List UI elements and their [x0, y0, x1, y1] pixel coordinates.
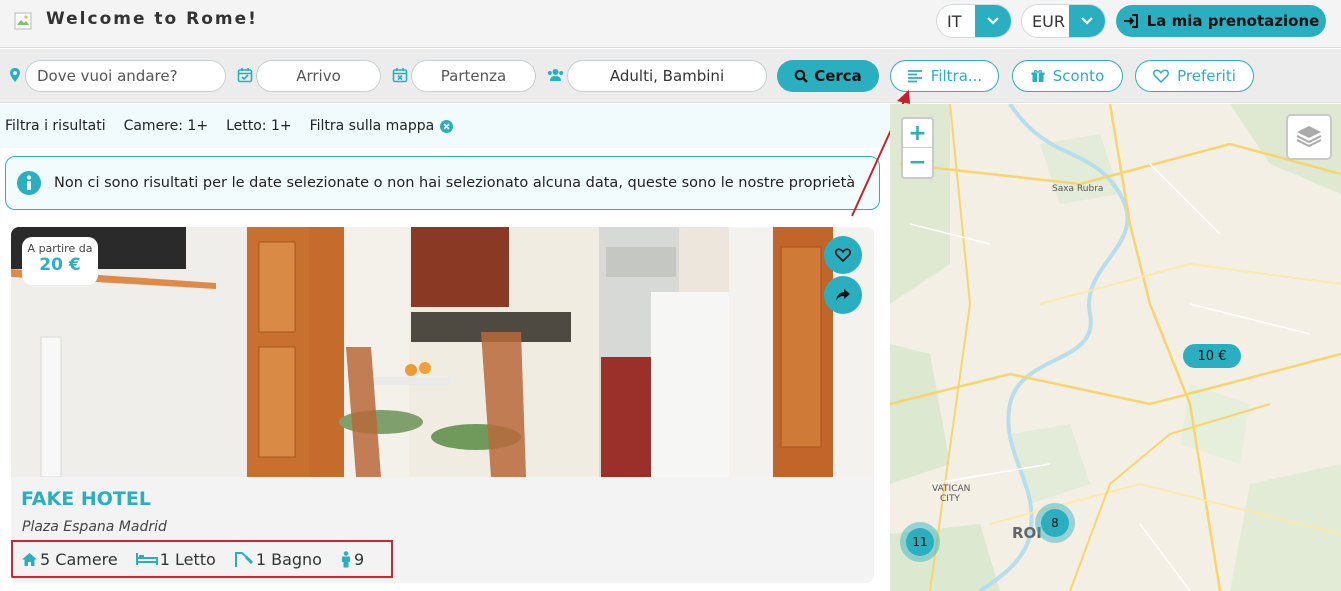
person-icon: [341, 550, 350, 567]
baths-count: 1 Bagno: [255, 549, 322, 569]
cluster-count: 8: [1041, 509, 1069, 537]
map-panel[interactable]: + − Saxa Rubra VATICAN CITY ROI 10 € 8 1…: [890, 104, 1341, 591]
property-name[interactable]: FAKE HOTEL: [21, 488, 151, 510]
guests-amenity: 9: [340, 550, 364, 569]
price-prefix: A partire da: [27, 242, 93, 255]
property-address: Plaza Espana Madrid: [22, 519, 167, 535]
property-card[interactable]: A partire da 20 € FAKE HOTEL Plaza Espan…: [11, 227, 874, 583]
property-photo: [11, 227, 874, 477]
map-cluster-marker[interactable]: 11: [900, 522, 940, 562]
cluster-count: 11: [906, 528, 934, 556]
map-tiles: [890, 104, 1341, 591]
guests-count: 9: [353, 549, 365, 569]
bed-icon: [135, 553, 158, 565]
zoom-out-button[interactable]: −: [903, 148, 932, 177]
map-cluster-marker[interactable]: 8: [1035, 503, 1075, 543]
baths-amenity: 1 Bagno: [234, 550, 322, 569]
shower-icon: [234, 551, 253, 567]
map-label-city: CITY: [940, 494, 960, 504]
map-label-saxa-rubra: Saxa Rubra: [1052, 184, 1104, 194]
beds-count: 1 Letto: [159, 549, 216, 569]
beds-amenity: 1 Letto: [135, 549, 216, 569]
share-icon: [836, 289, 850, 301]
layers-button[interactable]: [1286, 114, 1332, 160]
zoom-in-button[interactable]: +: [903, 119, 932, 148]
zoom-control: + −: [901, 117, 934, 179]
rooms-amenity: 5 Camere: [21, 550, 118, 569]
layers-icon: [1296, 126, 1322, 148]
amenities-highlight: 5 Camere 1 Letto 1 Bagno 9: [11, 540, 393, 578]
rooms-count: 5 Camere: [40, 549, 118, 569]
heart-icon: [835, 248, 851, 262]
map-price-marker[interactable]: 10 €: [1183, 344, 1241, 368]
price-amount: 20 €: [39, 255, 81, 275]
share-button[interactable]: [824, 276, 862, 314]
price-badge: A partire da 20 €: [22, 237, 98, 285]
map-label-vatican: VATICAN: [932, 484, 971, 494]
home-icon: [22, 552, 37, 566]
favorite-toggle-button[interactable]: [824, 236, 862, 274]
